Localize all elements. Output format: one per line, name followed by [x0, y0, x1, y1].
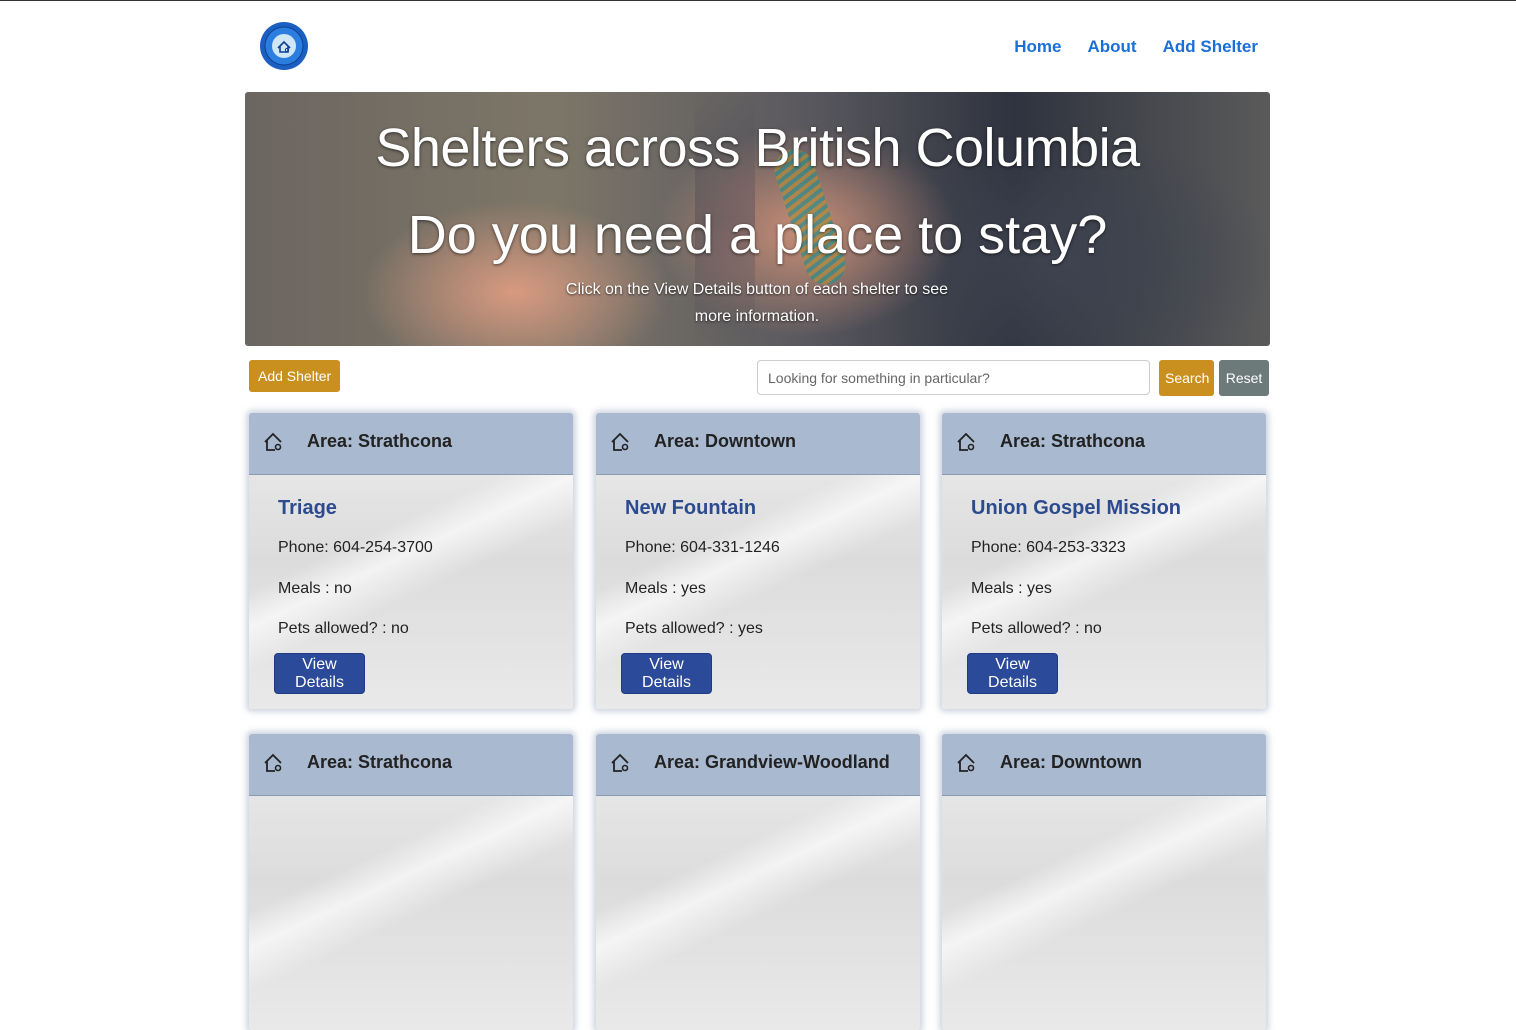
card-header: Area: Grandview-Woodland — [596, 734, 920, 796]
house-icon — [957, 753, 975, 772]
card-area: Area: Downtown — [1000, 752, 1142, 772]
shelter-pets: Pets allowed? : yes — [625, 620, 763, 637]
card-area: Area: Grandview-Woodland — [654, 752, 890, 772]
card-header: Area: Strathcona — [942, 413, 1266, 475]
card-area: Area: Strathcona — [1000, 431, 1146, 451]
house-icon — [957, 432, 975, 451]
shelter-card: Area: Downtown — [942, 734, 1266, 1030]
shelter-phone: Phone: 604-331-1246 — [625, 539, 780, 556]
hero-banner: Shelters across British Columbia Do you … — [245, 92, 1270, 346]
card-header: Area: Strathcona — [249, 734, 573, 796]
shelter-pets: Pets allowed? : no — [971, 620, 1102, 637]
card-area: Area: Downtown — [654, 431, 796, 451]
house-icon — [611, 753, 629, 772]
view-details-button[interactable]: View Details — [968, 654, 1057, 693]
shelter-card: Area: Strathcona — [249, 734, 573, 1030]
shelter-name: New Fountain — [625, 497, 757, 519]
shelter-pets: Pets allowed? : no — [278, 620, 409, 637]
search-button[interactable]: Search — [1159, 360, 1214, 396]
view-details-button[interactable]: View Details — [275, 654, 364, 693]
card-area: Area: Strathcona — [307, 752, 453, 772]
nav-home-link[interactable]: Home — [1014, 37, 1061, 57]
view-details-button[interactable]: View Details — [622, 654, 711, 693]
card-header: Area: Downtown — [596, 413, 920, 475]
hero-title: Shelters across British Columbia — [375, 118, 1140, 178]
reset-button[interactable]: Reset — [1219, 360, 1269, 396]
shelter-meals: Meals : no — [278, 580, 352, 597]
search-input[interactable] — [757, 360, 1150, 395]
house-icon — [611, 432, 629, 451]
hero-description: Click on the View Details button of each… — [565, 281, 949, 325]
shelter-name: Triage — [278, 497, 337, 519]
shelter-phone: Phone: 604-253-3323 — [971, 539, 1126, 556]
card-header: Area: Strathcona — [249, 413, 573, 475]
house-icon — [264, 432, 282, 451]
hero-subtitle: Do you need a place to stay? — [407, 205, 1108, 265]
shelter-card: Area: Strathcona Union Gospel Mission Ph… — [942, 413, 1266, 709]
shelter-meals: Meals : yes — [971, 580, 1052, 597]
house-icon — [264, 753, 282, 772]
shelter-card: Area: Grandview-Woodland — [596, 734, 920, 1030]
shelter-meals: Meals : yes — [625, 580, 706, 597]
shelter-phone: Phone: 604-254-3700 — [278, 539, 433, 556]
logo[interactable] — [259, 18, 309, 74]
navbar: Home About Add Shelter — [245, 1, 1270, 91]
shelter-card: Area: Downtown New Fountain Phone: 604-3… — [596, 413, 920, 709]
shelter-card: Area: Strathcona Triage Phone: 604-254-3… — [249, 413, 573, 709]
add-shelter-button[interactable]: Add Shelter — [249, 360, 341, 392]
shelter-name: Union Gospel Mission — [971, 497, 1182, 519]
nav-add-shelter-link[interactable]: Add Shelter — [1163, 37, 1258, 57]
nav-about-link[interactable]: About — [1088, 37, 1137, 57]
nav-links: Home About Add Shelter — [1014, 37, 1258, 57]
card-header: Area: Downtown — [942, 734, 1266, 796]
card-area: Area: Strathcona — [307, 431, 453, 451]
